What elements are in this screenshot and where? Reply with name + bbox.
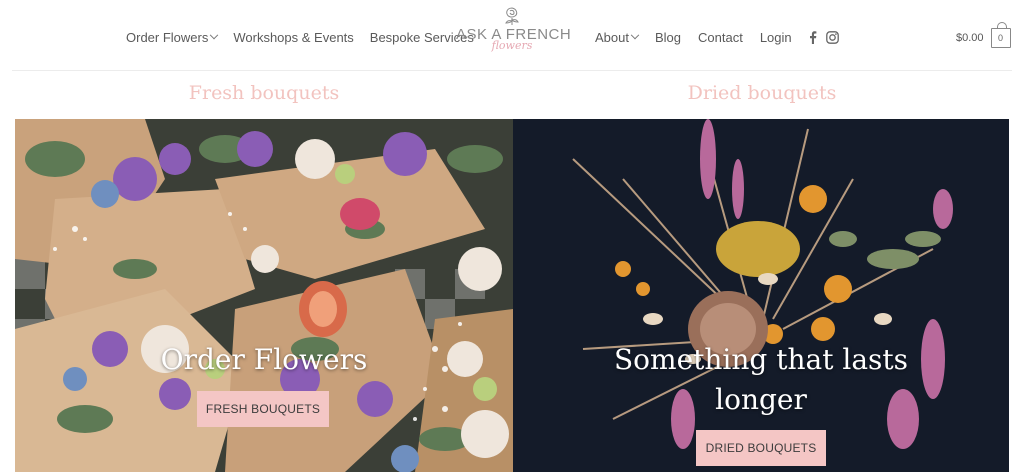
cart-total: $0.00	[956, 32, 984, 44]
nav-blog-label: Blog	[654, 30, 682, 45]
fresh-bouquets-title[interactable]: Fresh bouquets	[15, 82, 513, 104]
nav-contact[interactable]: Contact	[698, 30, 743, 45]
primary-nav-right: About Blog Contact Login	[595, 30, 848, 45]
nav-order-flowers[interactable]: Order Flowers	[126, 30, 219, 45]
nav-login-label: Login	[759, 30, 792, 45]
nav-contact-label: Contact	[698, 30, 743, 45]
nav-workshops-events[interactable]: Workshops & Events	[233, 30, 353, 45]
instagram-icon[interactable]	[825, 31, 839, 44]
facebook-icon[interactable]	[809, 31, 817, 44]
site-header: Order Flowers Workshops & Events Bespoke…	[0, 0, 1024, 72]
header-divider	[12, 70, 1012, 71]
nav-order-flowers-label: Order Flowers	[126, 30, 209, 45]
dried-bouquets-banner[interactable]: Something that lasts longer DRIED BOUQUE…	[513, 119, 1009, 472]
site-logo[interactable]: ASK A FRENCH flowers	[456, 4, 571, 64]
cart-bag-icon: 0	[990, 22, 1011, 48]
nav-workshops-label: Workshops & Events	[233, 30, 354, 45]
cart-widget[interactable]: $0.00 0	[956, 22, 1011, 48]
order-flowers-heading: Order Flowers	[160, 343, 368, 376]
dried-bouquets-title[interactable]: Dried bouquets	[513, 82, 1011, 104]
chevron-down-icon	[630, 30, 640, 39]
rose-logo-icon	[505, 7, 519, 25]
chevron-down-icon	[210, 30, 219, 39]
social-links	[809, 31, 848, 44]
cart-count: 0	[998, 33, 1004, 43]
nav-about-label: About	[595, 30, 629, 45]
nav-about[interactable]: About	[595, 30, 640, 45]
dried-bouquets-button[interactable]: DRIED BOUQUETS	[696, 430, 826, 466]
primary-nav-left: Order Flowers Workshops & Events Bespoke…	[126, 30, 490, 45]
dried-heading-line1: Something that lasts	[613, 343, 909, 376]
nav-login[interactable]: Login	[760, 30, 792, 45]
fresh-bouquets-button[interactable]: FRESH BOUQUETS	[197, 391, 329, 427]
nav-blog[interactable]: Blog	[655, 30, 681, 45]
fresh-bouquets-banner[interactable]: Order Flowers FRESH BOUQUETS	[15, 119, 513, 472]
dried-heading-line2: longer	[715, 383, 807, 416]
